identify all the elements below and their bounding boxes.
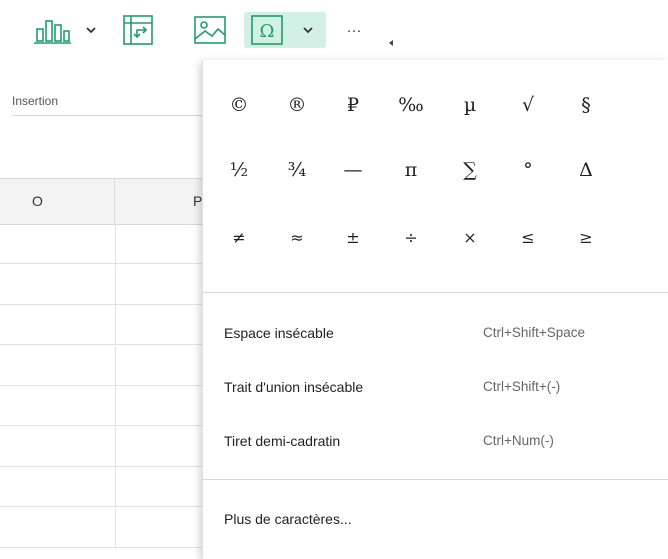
symbol-cell[interactable]: µ xyxy=(446,91,494,131)
svg-text:Ω: Ω xyxy=(260,21,275,42)
symbol-cell[interactable]: ‰ xyxy=(387,91,435,131)
menu-item-nbsp[interactable]: Espace insécable Ctrl+Shift+Space xyxy=(203,314,668,354)
insert-image-button[interactable] xyxy=(192,13,228,47)
symbol-cell[interactable]: ± xyxy=(329,224,377,264)
menu-item-shortcut: Ctrl+Shift+(-) xyxy=(483,379,561,394)
table-row[interactable] xyxy=(0,305,202,345)
pivot-table-icon xyxy=(123,15,153,45)
menu-item-label: Trait d'union insécable xyxy=(224,379,364,395)
more-characters-item[interactable]: Plus de caractères... xyxy=(203,500,668,540)
menu-divider xyxy=(203,479,668,480)
omega-symbol-icon: Ω xyxy=(251,15,283,45)
symbol-cell[interactable]: ° xyxy=(504,156,552,196)
symbol-menu: © ® ₽ ‰ µ √ § ½ ¾ — π ∑ ° Δ ≠ ≈ ± ÷ × ≤ ≥ Espace insécable C… xyxy=(202,60,668,559)
column-divider xyxy=(115,345,116,385)
menu-item-shortcut: Ctrl+Num(-) xyxy=(483,433,554,448)
insert-pivot-table-button[interactable] xyxy=(120,12,156,48)
menu-item-nonbreaking-hyphen[interactable]: Trait d'union insécable Ctrl+Shift+(-) xyxy=(203,368,668,408)
table-row[interactable] xyxy=(0,426,202,467)
symbol-cell[interactable]: π xyxy=(387,156,435,196)
symbol-cell[interactable]: ÷ xyxy=(387,224,435,264)
chart-icon xyxy=(34,20,71,44)
table-row[interactable] xyxy=(0,507,202,548)
table-row[interactable] xyxy=(0,467,202,507)
column-divider xyxy=(115,426,116,466)
column-divider xyxy=(115,264,116,304)
symbol-cell[interactable]: § xyxy=(562,91,610,131)
menu-item-label: Espace insécable xyxy=(224,325,334,341)
column-divider xyxy=(115,507,116,547)
menu-item-label: Tiret demi-cadratin xyxy=(224,433,341,449)
symbol-cell[interactable]: ≤ xyxy=(504,224,552,264)
column-divider xyxy=(115,386,116,425)
ribbon-group-label: Insertion xyxy=(12,94,59,108)
symbol-cell[interactable]: ½ xyxy=(215,156,263,196)
symbol-cell[interactable]: ∑ xyxy=(446,156,494,196)
chevron-down-icon xyxy=(86,27,96,34)
more-icon: ··· xyxy=(346,21,362,39)
symbol-cell[interactable]: × xyxy=(446,224,494,264)
symbol-cell[interactable]: ₽ xyxy=(329,91,377,131)
column-divider xyxy=(115,224,116,263)
image-icon xyxy=(194,16,226,44)
column-header-p[interactable]: P xyxy=(115,179,202,224)
table-row[interactable] xyxy=(0,224,202,264)
symbol-cell[interactable]: ¾ xyxy=(273,156,321,196)
symbol-cell[interactable]: ≥ xyxy=(562,224,610,264)
column-header-o[interactable]: O xyxy=(0,179,115,224)
table-row[interactable] xyxy=(0,386,202,426)
symbol-cell[interactable]: — xyxy=(329,156,377,196)
symbol-cell[interactable]: ≠ xyxy=(215,224,263,264)
menu-item-label: Plus de caractères... xyxy=(224,511,352,527)
menu-item-shortcut: Ctrl+Shift+Space xyxy=(483,325,586,340)
insert-symbol-button[interactable]: Ω xyxy=(244,12,326,48)
more-button[interactable]: ··· xyxy=(340,20,368,40)
symbol-cell[interactable]: ≈ xyxy=(273,224,321,264)
table-row[interactable] xyxy=(0,264,202,305)
symbol-cell[interactable]: Δ xyxy=(562,156,610,196)
caret-small-icon xyxy=(389,40,393,46)
menu-divider xyxy=(203,292,668,293)
symbol-cell[interactable]: © xyxy=(215,91,263,131)
symbol-cell[interactable]: √ xyxy=(504,91,552,131)
table-row[interactable] xyxy=(0,345,202,386)
chevron-down-icon xyxy=(303,27,313,34)
menu-item-en-dash[interactable]: Tiret demi-cadratin Ctrl+Num(-) xyxy=(203,422,668,462)
ribbon-divider xyxy=(12,115,202,116)
column-divider xyxy=(115,305,116,344)
column-divider xyxy=(115,467,116,506)
symbol-cell[interactable]: ® xyxy=(273,91,321,131)
column-header-row: O P xyxy=(0,178,202,225)
insert-chart-button[interactable] xyxy=(28,14,100,46)
